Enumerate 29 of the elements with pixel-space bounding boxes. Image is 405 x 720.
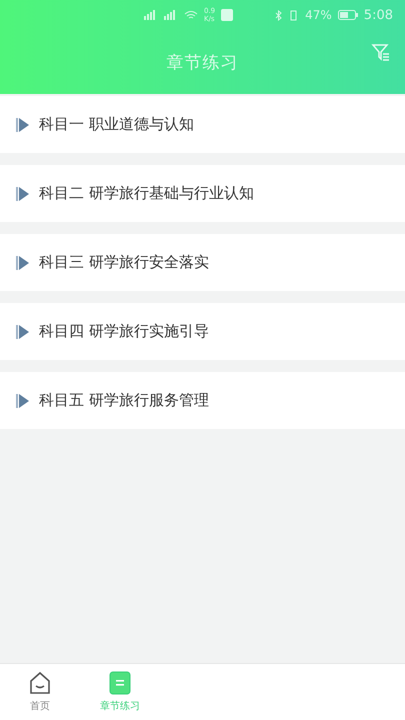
clock-time: 5:08 [364,8,393,22]
chapter-item[interactable]: 科目三 研学旅行安全落实 [0,234,405,291]
signal-icon [144,10,158,20]
wifi-icon [184,10,198,20]
chapter-label: 科目三 研学旅行安全落实 [39,253,209,272]
chapter-label: 科目二 研学旅行基础与行业认知 [39,184,254,203]
battery-icon [338,10,358,20]
signal-icon [164,10,178,20]
filter-icon[interactable] [371,42,391,62]
chapter-label: 科目四 研学旅行实施引导 [39,322,209,341]
vibrate-icon [288,10,300,20]
triangle-icon [16,256,29,270]
page-title: 章节练习 [166,52,238,74]
triangle-icon [16,186,29,200]
bluetooth-icon [275,10,282,20]
triangle-icon [16,324,29,338]
chapter-label: 科目五 研学旅行服务管理 [39,391,209,410]
chapter-item[interactable]: 科目四 研学旅行实施引导 [0,303,405,360]
chapter-label: 科目一 职业道德与认知 [39,115,194,134]
chapter-item[interactable]: 科目五 研学旅行服务管理 [0,372,405,429]
app-icon [221,9,234,21]
nav-tab[interactable]: 首页 [0,664,80,720]
home-icon [28,671,52,695]
battery-percent: 47% [305,8,332,22]
notebook-icon [109,671,131,695]
triangle-icon [16,118,29,132]
chapter-item[interactable]: 科目二 研学旅行基础与行业认知 [0,165,405,222]
chapter-item[interactable]: 科目一 职业道德与认知 [0,96,405,153]
triangle-icon [16,394,29,408]
